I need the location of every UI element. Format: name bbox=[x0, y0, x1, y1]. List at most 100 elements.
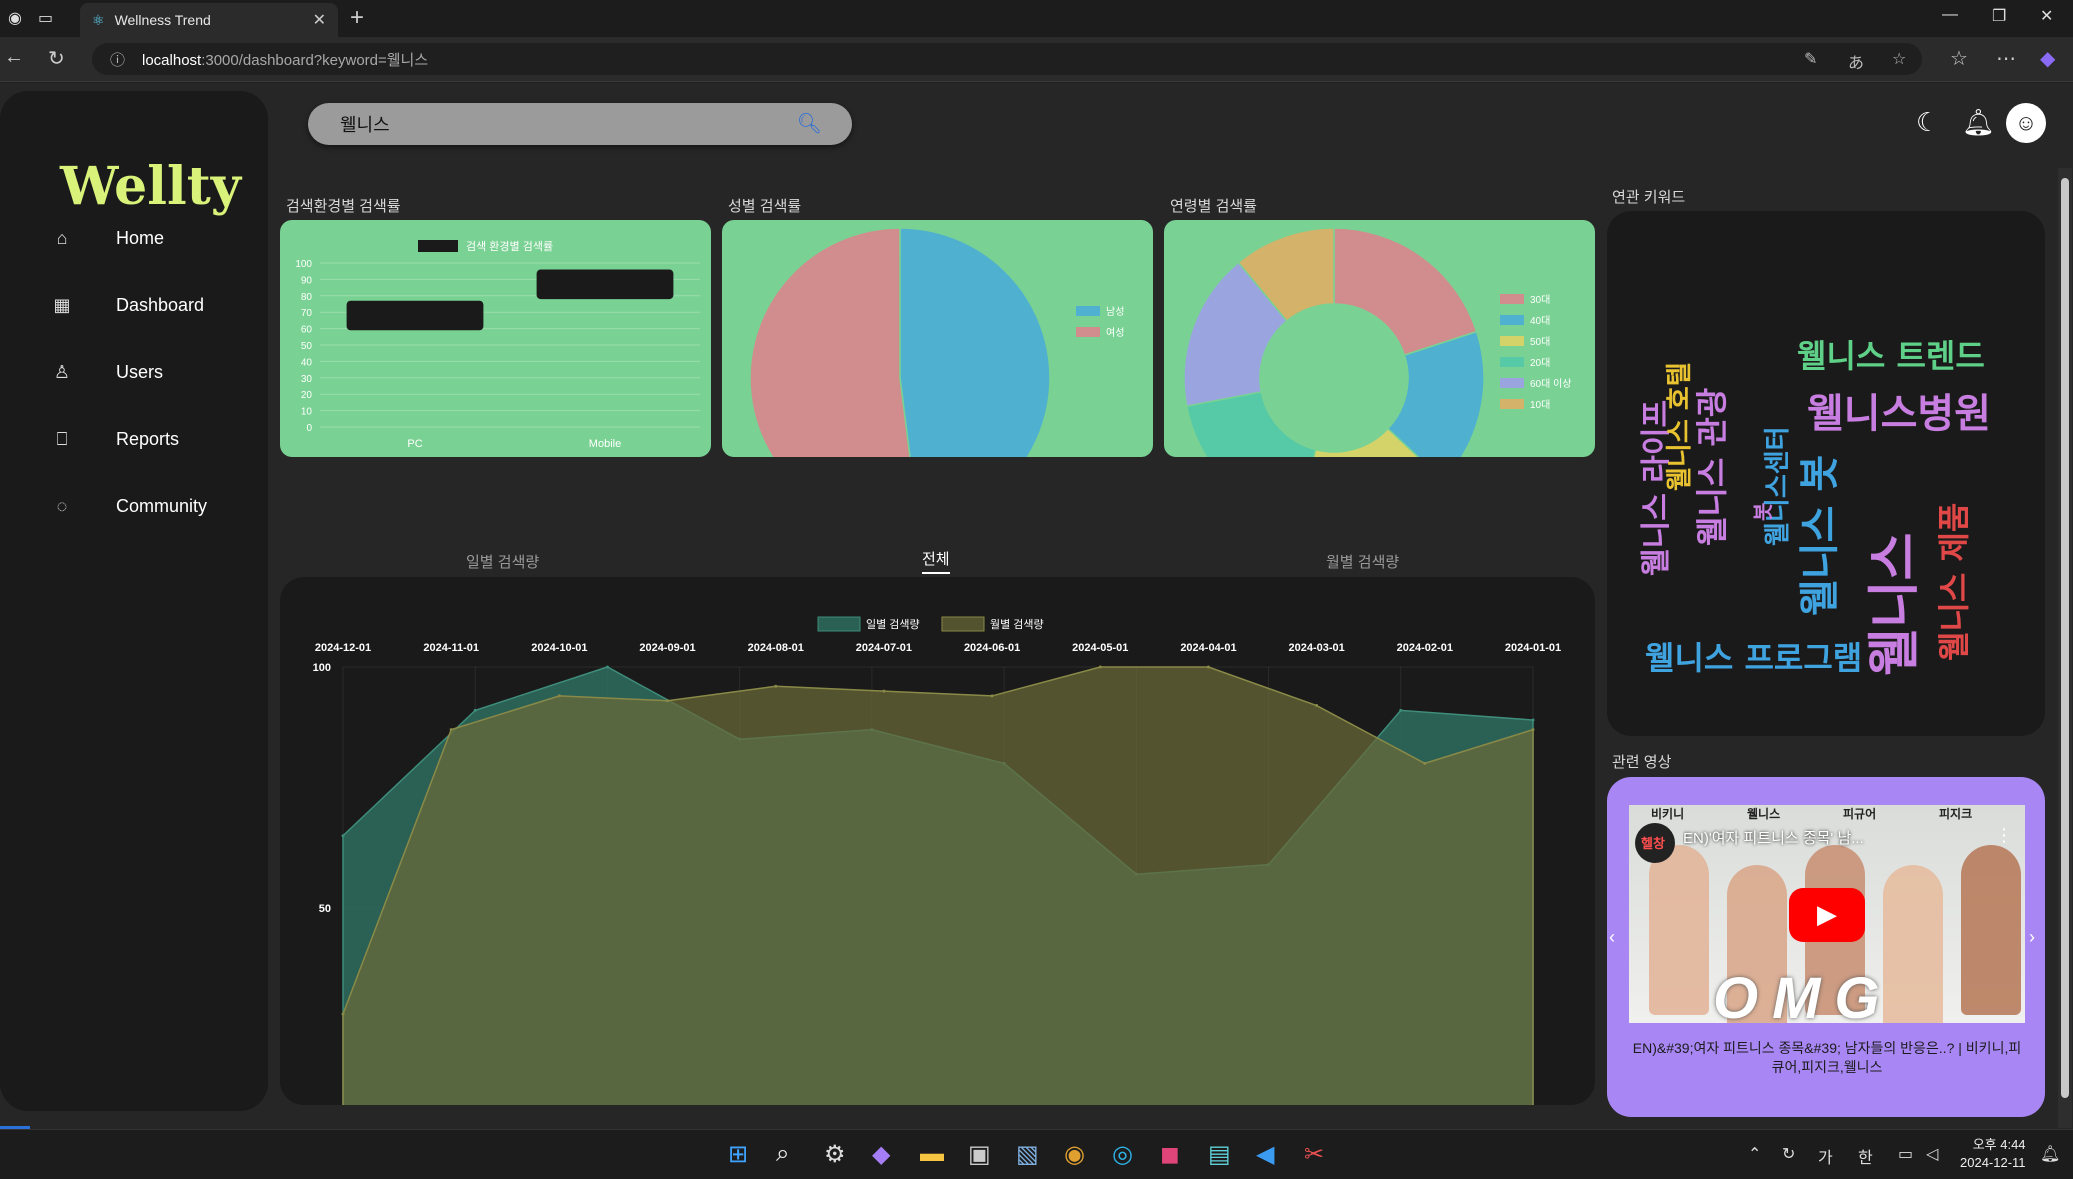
nav-home[interactable]: ⌂ Home bbox=[48, 228, 164, 249]
copilot-app-icon[interactable]: ◆ bbox=[872, 1140, 890, 1169]
y-tick-label: 90 bbox=[301, 275, 313, 286]
pen-icon[interactable]: ✎ bbox=[1804, 49, 1817, 69]
age-chart-card: 30대 40대 50대 20대 60대 이상 10대 bbox=[1164, 220, 1595, 457]
x-top-tick: 2024-04-01 bbox=[1180, 642, 1236, 654]
new-tab-icon[interactable]: + bbox=[350, 4, 364, 32]
next-video-icon[interactable]: › bbox=[2029, 927, 2035, 948]
clock-time: 오후 4:44 bbox=[1972, 1137, 2026, 1152]
tray-chevron-icon[interactable]: ⌃ bbox=[1748, 1144, 1761, 1164]
network-icon[interactable]: ▭ bbox=[1898, 1144, 1913, 1164]
data-point bbox=[341, 834, 345, 838]
related-keywords-label: 연관 키워드 bbox=[1612, 189, 1686, 206]
avatar[interactable]: ☺ bbox=[2006, 103, 2046, 143]
intellij-icon[interactable]: ◼ bbox=[1160, 1140, 1180, 1169]
read-aloud-icon[interactable]: あ bbox=[1848, 49, 1864, 73]
data-point bbox=[882, 689, 886, 693]
file-explorer-icon[interactable]: ▬ bbox=[920, 1140, 944, 1168]
tab-monthly[interactable]: 월별 검색량 bbox=[1326, 551, 1399, 572]
more-icon[interactable]: ⋯ bbox=[1996, 46, 2016, 71]
y-tick-label: 100 bbox=[295, 259, 312, 270]
nav-dashboard[interactable]: ▦ Dashboard bbox=[48, 295, 204, 316]
close-tab-icon[interactable]: ✕ bbox=[313, 10, 326, 30]
y-tick-label: 60 bbox=[301, 325, 313, 336]
favorite-star-icon[interactable]: ☆ bbox=[1892, 49, 1906, 69]
bell-icon[interactable]: 🔔︎ bbox=[1962, 107, 1995, 138]
scrollbar-thumb[interactable] bbox=[2061, 178, 2069, 1098]
taskbar-search-icon[interactable]: ⌕ bbox=[776, 1140, 789, 1168]
data-point bbox=[666, 699, 670, 703]
tab-daily[interactable]: 일별 검색량 bbox=[466, 551, 539, 572]
y-tick-label: 100 bbox=[313, 662, 331, 674]
search-input[interactable] bbox=[340, 111, 780, 137]
tab-actions-icon[interactable]: ▭ bbox=[38, 8, 53, 28]
terminal-icon[interactable]: ▣ bbox=[968, 1140, 991, 1169]
profile-icon[interactable]: ◉ bbox=[8, 8, 22, 28]
clock-date: 2024-12-11 bbox=[1960, 1155, 2026, 1170]
age-donut-chart: 30대 40대 50대 20대 60대 이상 10대 bbox=[1183, 227, 1572, 457]
sync-icon[interactable]: ↻ bbox=[1782, 1144, 1795, 1164]
chrome-icon[interactable]: ◉ bbox=[1064, 1140, 1085, 1169]
snipping-icon[interactable]: ✂ bbox=[1304, 1140, 1324, 1169]
x-top-tick: 2024-08-01 bbox=[748, 642, 804, 654]
nav-label: Reports bbox=[116, 429, 180, 449]
y-tick-label: 80 bbox=[301, 292, 313, 303]
play-icon[interactable]: ▶ bbox=[1817, 899, 1837, 930]
legend-swatch bbox=[1500, 336, 1524, 346]
ime-language[interactable]: 한 bbox=[1858, 1144, 1873, 1168]
app-logo[interactable]: Wellty bbox=[60, 156, 241, 217]
minimize-icon[interactable]: — bbox=[1942, 6, 1958, 24]
page-scrollbar[interactable] bbox=[2058, 168, 2072, 1128]
copilot-icon[interactable]: ◆ bbox=[2040, 46, 2055, 71]
x-top-tick: 2024-02-01 bbox=[1397, 642, 1453, 654]
nav-users[interactable]: ♙ Users bbox=[48, 362, 163, 383]
x-top-tick: 2024-09-01 bbox=[639, 642, 695, 654]
slice-1 bbox=[749, 227, 911, 457]
clock[interactable]: 오후 4:44 2024-12-11 bbox=[1960, 1136, 2026, 1172]
volume-icon[interactable]: ◁ bbox=[1926, 1144, 1938, 1164]
settings-gear-icon[interactable]: ⚙ bbox=[824, 1140, 846, 1169]
video-overlay-title[interactable]: EN)'여자 피트니스 종목' 남... bbox=[1683, 827, 1983, 848]
video-menu-icon[interactable]: ⋮ bbox=[1995, 825, 2013, 846]
app-icon[interactable]: ▧ bbox=[1016, 1140, 1039, 1169]
keyword-word[interactable]: 웰니스 봇 bbox=[1787, 455, 1845, 616]
notepad-icon[interactable]: ▤ bbox=[1208, 1140, 1231, 1169]
favorites-icon[interactable]: ☆ bbox=[1950, 46, 1968, 71]
env-chart-label: 검색환경별 검색률 bbox=[286, 198, 401, 215]
vscode-icon[interactable]: ◀ bbox=[1256, 1140, 1274, 1169]
search-volume-area-chart: 2024-12-012024-12-022024-12-032024-12-04… bbox=[313, 616, 1561, 1174]
x-top-tick: 2024-10-01 bbox=[531, 642, 587, 654]
keyword-word[interactable]: 웰니스 bbox=[1852, 532, 1927, 676]
ime-mode[interactable]: 가 bbox=[1818, 1144, 1833, 1168]
browser-tab[interactable]: ⚛ Wellness Trend ✕ bbox=[80, 3, 338, 37]
back-icon[interactable]: ← bbox=[4, 46, 24, 69]
site-info-icon[interactable]: ⓘ bbox=[110, 49, 125, 70]
restore-icon[interactable]: ❐ bbox=[1992, 6, 2006, 26]
data-point bbox=[990, 694, 994, 698]
legend-label: 20대 bbox=[1530, 357, 1550, 369]
edge-icon[interactable]: ◎ bbox=[1112, 1140, 1133, 1169]
close-window-icon[interactable]: ✕ bbox=[2040, 6, 2053, 26]
notification-icon[interactable]: 🔔︎ bbox=[2040, 1144, 2060, 1164]
video-title[interactable]: EN)&#39;여자 피트니스 종목&#39; 남자들의 반응은..? | 비키… bbox=[1627, 1039, 2027, 1077]
data-point bbox=[473, 708, 477, 712]
legend-label: 일별 검색량 bbox=[866, 617, 920, 631]
keyword-word[interactable]: 웰니스 제품 bbox=[1929, 503, 1975, 661]
nav-community[interactable]: ◌ Community bbox=[48, 496, 207, 517]
y-tick-label: 50 bbox=[319, 903, 331, 915]
x-top-tick: 2024-01-01 bbox=[1505, 642, 1561, 654]
keyword-word[interactable]: 웰니스 프로그램 bbox=[1645, 633, 1862, 679]
x-top-tick: 2024-05-01 bbox=[1072, 642, 1128, 654]
search-icon[interactable]: 🔍︎ bbox=[797, 111, 822, 136]
dark-mode-icon[interactable]: ☾ bbox=[1916, 107, 1939, 138]
keyword-word[interactable]: 웰니스 호텔 bbox=[1659, 362, 1696, 491]
keyword-word[interactable]: 웰니스병원 bbox=[1807, 381, 1991, 439]
url-field[interactable]: ⓘ localhost:3000/dashboard?keyword=웰니스 ✎… bbox=[92, 43, 1922, 75]
start-icon[interactable]: ⊞ bbox=[728, 1140, 748, 1169]
prev-video-icon[interactable]: ‹ bbox=[1609, 927, 1615, 948]
keyword-word[interactable]: 웰니스 트렌드 bbox=[1797, 331, 1985, 377]
nav-reports[interactable]: ⎕ Reports bbox=[48, 429, 179, 450]
tab-all[interactable]: 전체 bbox=[922, 548, 950, 574]
keyword-word[interactable]: 봇 bbox=[1747, 503, 1776, 521]
video-thumbnail[interactable]: 비키니 웰니스 피규어 피지크 헬창 EN)'여자 피트니스 종목' 남... ⋮ ▶ OMG bbox=[1629, 805, 2025, 1023]
reload-icon[interactable]: ↻ bbox=[48, 46, 65, 71]
